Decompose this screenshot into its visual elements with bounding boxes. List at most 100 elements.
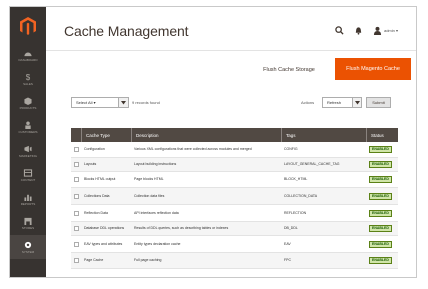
row-checkbox[interactable] [73, 258, 79, 263]
row-checkbox[interactable] [73, 147, 79, 152]
cache-type-cell: EAV types and attributes [84, 241, 123, 246]
row-select-cell [71, 147, 81, 152]
status-badge: ENABLED [369, 161, 392, 168]
chevron-down-icon [118, 98, 128, 107]
status-badge: ENABLED [369, 209, 392, 217]
status-cell: ENABLED [366, 240, 398, 248]
sidebar-item-label: Marketing [19, 153, 37, 158]
row-select-cell [71, 177, 81, 182]
layout-icon [23, 168, 33, 177]
bar-chart-icon [24, 194, 32, 201]
tags-cell: DB_DDL [284, 226, 298, 231]
cache-type-cell: Database DDL operations [84, 226, 125, 231]
actions-dropdown[interactable]: Refresh [322, 97, 362, 108]
dollar-icon: $ [26, 73, 31, 81]
cube-icon [24, 96, 32, 105]
chevron-down-icon [352, 98, 361, 107]
row-select-cell [71, 210, 81, 216]
status-cell: ENABLED [366, 257, 398, 264]
browser-frame: Dashboard $ Sales Products Customers Marketin… [9, 6, 417, 278]
row-checkbox[interactable] [73, 177, 79, 182]
status-cell: ENABLED [366, 176, 398, 183]
table-row: Page Cache Full page caching FPC ENABLED [71, 253, 398, 269]
cache-type-cell: Collections Data [84, 193, 110, 198]
page-title: Cache Management [64, 23, 189, 39]
sidebar-item-label: Products [19, 105, 37, 110]
column-header-description[interactable]: Description [131, 128, 281, 142]
sidebar-item-dashboard[interactable]: Dashboard [10, 43, 46, 67]
main-content: Cache Management admin ▾ Flush Cache Sto… [46, 7, 416, 277]
magento-logo-icon[interactable] [19, 16, 37, 36]
status-cell: ENABLED [366, 192, 398, 200]
submit-button[interactable]: Submit [366, 97, 391, 108]
sidebar-item-reports[interactable]: Reports [10, 187, 46, 211]
column-header-tags[interactable]: Tags [281, 128, 366, 142]
sidebar-item-label: Sales [23, 81, 33, 86]
person-icon [25, 120, 31, 129]
column-header-select [71, 128, 81, 142]
sidebar-item-marketing[interactable]: Marketing [10, 139, 46, 163]
description-cell: Entity types declaration cache [134, 241, 181, 246]
status-badge: ENABLED [369, 146, 392, 153]
cache-type-cell: Reflection Data [84, 210, 108, 215]
flush-cache-storage-button[interactable]: Flush Cache Storage [245, 61, 333, 79]
sidebar-item-products[interactable]: Products [10, 91, 46, 115]
row-checkbox[interactable] [73, 226, 79, 231]
mass-select-label: Select All ▾ [76, 100, 96, 105]
row-checkbox[interactable] [73, 210, 79, 216]
sidebar-item-customers[interactable]: Customers [10, 115, 46, 139]
dashboard-icon [24, 52, 32, 56]
grid-body: Configuration Various XML configurations … [71, 142, 398, 269]
sidebar-item-system[interactable]: System [10, 235, 46, 259]
row-select-cell [71, 226, 81, 231]
admin-sidebar: Dashboard $ Sales Products Customers Marketin… [10, 7, 46, 277]
table-row: Layouts Layout building instructions LAYOU… [71, 158, 398, 172]
search-icon[interactable] [335, 26, 344, 35]
svg-text:$: $ [26, 73, 31, 81]
sidebar-item-content[interactable]: Content [10, 163, 46, 187]
store-icon [24, 217, 32, 225]
row-checkbox[interactable] [73, 162, 79, 167]
status-badge: ENABLED [369, 176, 392, 183]
grid-header: Cache Type Description Tags Status [71, 128, 398, 142]
user-icon [373, 26, 382, 35]
mass-select-dropdown[interactable]: Select All ▾ [71, 97, 129, 108]
flush-magento-cache-button[interactable]: Flush Magento Cache [335, 58, 411, 80]
tags-cell: COLLECTION_DATA [284, 193, 318, 198]
description-cell: Collection data files [134, 193, 165, 198]
user-menu[interactable]: admin ▾ [373, 26, 398, 35]
description-cell: API interfaces reflection data [134, 210, 179, 215]
cache-type-cell: Layouts [84, 162, 97, 167]
column-header-status[interactable]: Status [366, 128, 398, 142]
row-checkbox[interactable] [73, 193, 79, 199]
header-actions: admin ▾ [335, 26, 398, 35]
cache-type-cell: Configuration [84, 147, 105, 152]
row-checkbox[interactable] [73, 241, 79, 247]
header-divider [46, 50, 416, 51]
bell-icon[interactable] [354, 26, 363, 35]
gear-icon [24, 241, 32, 248]
status-badge: ENABLED [369, 257, 392, 264]
actions-label: Actions [301, 100, 315, 105]
table-row: Collections Data Collection data files COL… [71, 188, 398, 205]
sidebar-item-sales[interactable]: $ Sales [10, 67, 46, 91]
sidebar-item-label: Stores [21, 225, 35, 230]
user-name: admin ▾ [383, 28, 398, 33]
megaphone-icon [24, 145, 32, 152]
status-cell: ENABLED [366, 225, 398, 232]
records-count: 9 records found [132, 100, 160, 105]
table-row: Blocks HTML output Page blocks HTML BLOCK_… [71, 172, 398, 188]
status-badge: ENABLED [369, 225, 392, 232]
description-cell: Full page caching [134, 258, 162, 263]
row-select-cell [71, 193, 81, 199]
tags-cell: REFLECTION [284, 210, 307, 215]
status-cell: ENABLED [366, 209, 398, 217]
sidebar-item-stores[interactable]: Stores [10, 211, 46, 235]
sidebar-item-label: Reports [20, 201, 36, 206]
sidebar-item-label: System [21, 249, 35, 254]
table-row: Reflection Data API interfaces reflection… [71, 205, 398, 222]
status-badge: ENABLED [369, 240, 392, 248]
column-header-cache-type[interactable]: Cache Type [81, 128, 131, 142]
row-select-cell [71, 258, 81, 263]
table-row: EAV types and attributes Entity types dec… [71, 236, 398, 253]
